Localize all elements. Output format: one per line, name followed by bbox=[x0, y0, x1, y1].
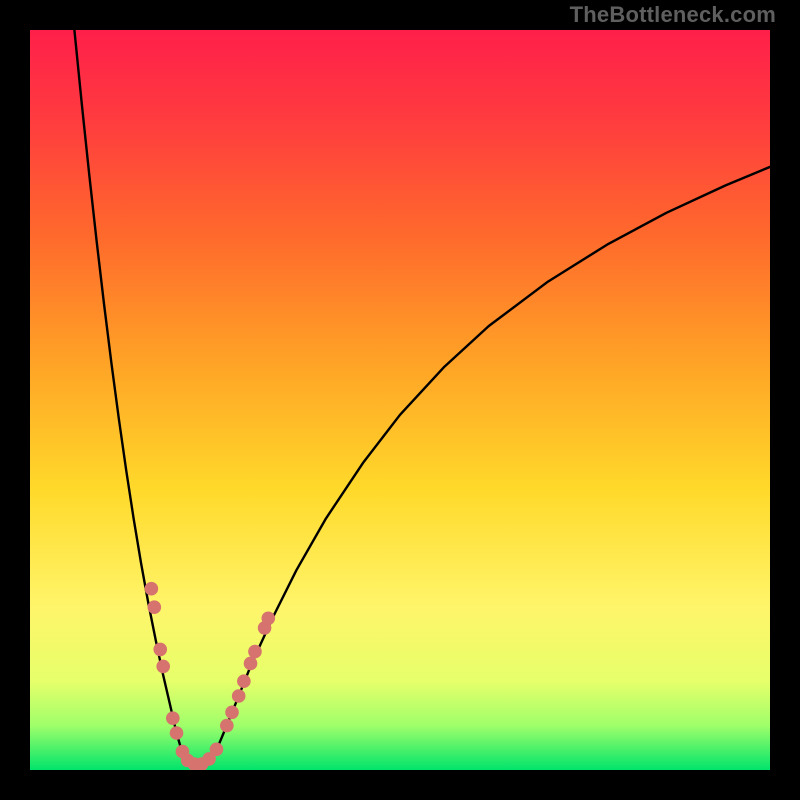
data-dot bbox=[248, 645, 262, 659]
data-dot bbox=[170, 726, 184, 740]
data-dot bbox=[244, 657, 258, 671]
data-dot bbox=[145, 582, 159, 596]
data-dot bbox=[210, 742, 224, 756]
data-dot bbox=[220, 719, 234, 733]
data-dot bbox=[148, 600, 162, 614]
chart-frame: TheBottleneck.com bbox=[0, 0, 800, 800]
data-dot bbox=[225, 705, 239, 719]
watermark-text: TheBottleneck.com bbox=[570, 2, 776, 28]
chart-svg bbox=[30, 30, 770, 770]
data-dot bbox=[156, 660, 170, 674]
data-dot bbox=[237, 674, 251, 688]
data-dot bbox=[232, 689, 246, 703]
plot-background bbox=[30, 30, 770, 770]
data-dot bbox=[261, 612, 275, 626]
data-dot bbox=[153, 643, 167, 657]
data-dot bbox=[166, 711, 180, 725]
